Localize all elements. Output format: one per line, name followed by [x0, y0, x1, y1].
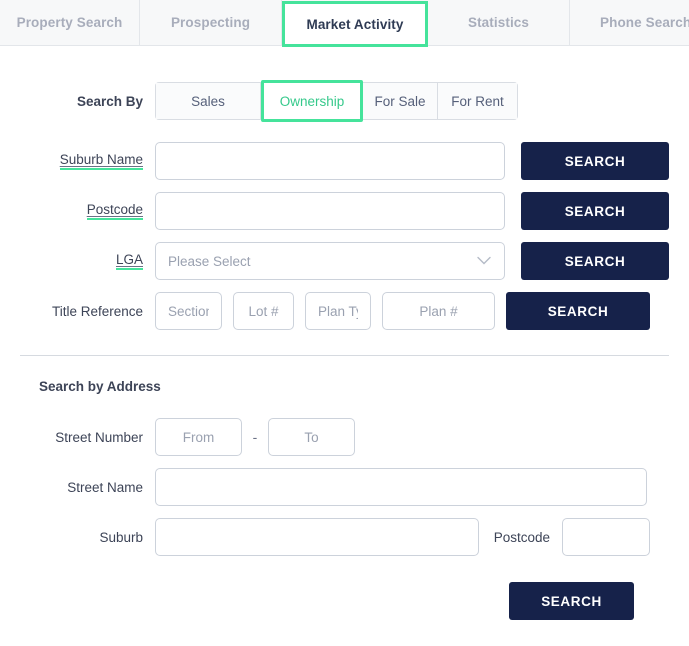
- search-by-segmented-control: Sales Ownership For Sale For Rent: [155, 80, 518, 122]
- tab-statistics[interactable]: Statistics: [428, 0, 570, 45]
- suburb-name-search-button[interactable]: SEARCH: [521, 142, 669, 180]
- address-postcode-label: Postcode: [493, 529, 550, 545]
- postcode-input[interactable]: [155, 192, 505, 230]
- search-by-label: Search By: [76, 93, 143, 109]
- title-reference-search-button[interactable]: SEARCH: [506, 292, 650, 330]
- suburb-name-row: Suburb Name SEARCH: [0, 142, 689, 180]
- street-number-separator: -: [252, 429, 258, 445]
- street-number-to-input[interactable]: [268, 418, 355, 456]
- lga-select[interactable]: [155, 242, 505, 280]
- postcode-search-button[interactable]: SEARCH: [521, 192, 669, 230]
- suburb-postcode-row: Suburb Postcode: [0, 518, 689, 556]
- lga-label: LGA: [0, 252, 155, 270]
- street-name-row: Street Name: [0, 468, 689, 506]
- search-by-address-title: Search by Address: [39, 379, 161, 394]
- segment-label: For Rent: [451, 93, 504, 109]
- street-number-row: Street Number -: [0, 418, 689, 456]
- segment-label: Ownership: [279, 93, 345, 109]
- address-search-row: SEARCH: [0, 582, 689, 620]
- street-name-input[interactable]: [155, 468, 647, 506]
- tab-label: Property Search: [16, 15, 123, 30]
- tab-label: Market Activity: [306, 16, 404, 32]
- tab-property-search[interactable]: Property Search: [0, 0, 140, 45]
- title-reference-plan-number-input[interactable]: [382, 292, 495, 330]
- title-reference-lot-input[interactable]: [233, 292, 294, 330]
- section-divider: [20, 355, 669, 356]
- segment-sales[interactable]: Sales: [156, 83, 261, 119]
- segment-ownership[interactable]: Ownership: [261, 80, 363, 122]
- segment-for-rent[interactable]: For Rent: [438, 83, 517, 119]
- tab-phone-search[interactable]: Phone Search: [570, 0, 689, 45]
- address-search-button[interactable]: SEARCH: [509, 582, 634, 620]
- lga-label-text: LGA: [115, 252, 143, 270]
- street-number-from-input[interactable]: [155, 418, 242, 456]
- tab-prospecting[interactable]: Prospecting: [140, 0, 282, 45]
- postcode-label: Postcode: [0, 202, 155, 220]
- lga-search-button[interactable]: SEARCH: [521, 242, 669, 280]
- market-activity-form: Search By Sales Ownership For Sale For R…: [0, 80, 689, 620]
- address-suburb-label: Suburb: [99, 529, 143, 545]
- suburb-name-label: Suburb Name: [0, 152, 155, 170]
- search-by-address-heading: Search by Address: [0, 378, 689, 396]
- lga-row: LGA SEARCH: [0, 242, 689, 280]
- segment-label: Sales: [191, 93, 225, 109]
- suburb-name-label-text: Suburb Name: [59, 152, 143, 170]
- title-reference-label: Title Reference: [51, 303, 143, 319]
- address-suburb-input[interactable]: [155, 518, 479, 556]
- postcode-row: Postcode SEARCH: [0, 192, 689, 230]
- postcode-label-text: Postcode: [86, 202, 143, 220]
- address-postcode-input[interactable]: [562, 518, 650, 556]
- title-reference-plan-type-input[interactable]: [305, 292, 371, 330]
- title-reference-section-input[interactable]: [155, 292, 222, 330]
- tab-label: Prospecting: [170, 15, 251, 30]
- title-reference-row: Title Reference SEARCH: [0, 292, 689, 330]
- search-by-row: Search By Sales Ownership For Sale For R…: [0, 80, 689, 122]
- lga-select-wrapper: [155, 242, 505, 280]
- segment-for-sale[interactable]: For Sale: [363, 83, 438, 119]
- main-tab-bar: Property Search Prospecting Market Activ…: [0, 0, 689, 47]
- segment-label: For Sale: [374, 93, 426, 109]
- tab-label: Statistics: [467, 15, 530, 30]
- tab-market-activity[interactable]: Market Activity: [282, 1, 428, 47]
- tab-label: Phone Search: [600, 15, 689, 30]
- suburb-name-input[interactable]: [155, 142, 505, 180]
- street-name-label: Street Name: [67, 479, 143, 495]
- street-number-label: Street Number: [55, 429, 143, 445]
